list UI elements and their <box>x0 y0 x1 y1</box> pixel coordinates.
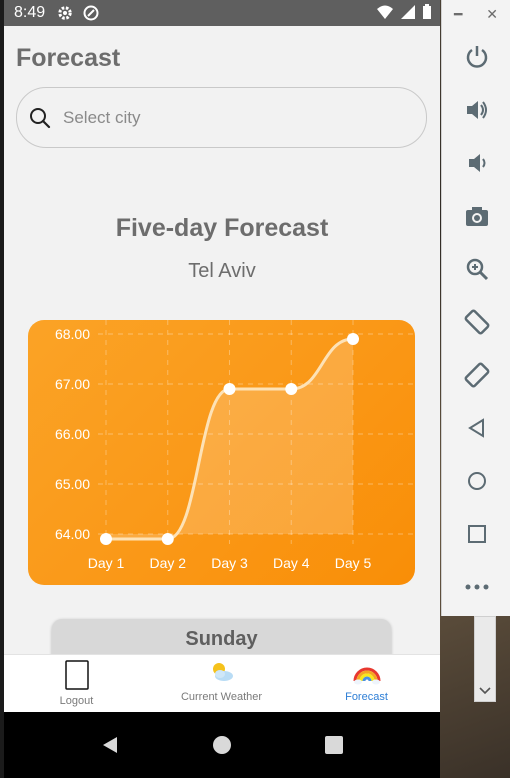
minimize-icon[interactable]: ━ <box>454 6 462 30</box>
y-tick-label: 65.00 <box>55 476 90 492</box>
forecast-city: Tel Aviv <box>188 260 256 282</box>
emulator-scrollbar[interactable] <box>474 616 496 702</box>
forecast-line-chart: 64.00 65.00 66.00 67.00 68.00 Day 1 Day 2 Day 3… <box>55 320 415 571</box>
system-nav-bar <box>4 712 440 778</box>
nav-item-logout[interactable]: Logout <box>4 655 149 712</box>
y-tick-label: 66.00 <box>55 426 90 442</box>
volume-down-button[interactable] <box>442 136 510 189</box>
forecast-chart: 64.00 65.00 66.00 67.00 68.00 Day 1 Day 2 Day 3… <box>28 320 415 585</box>
bottom-navigation: Logout Current Weather Forecast <box>4 654 440 712</box>
rotate-right-button[interactable] <box>442 348 510 401</box>
y-tick-label: 64.00 <box>55 526 90 542</box>
series-area <box>106 339 353 539</box>
nav-label-current-weather: Current Weather <box>180 691 263 703</box>
logout-phone-icon <box>64 660 89 690</box>
data-point <box>347 333 359 345</box>
y-tick-label: 68.00 <box>55 326 90 342</box>
data-point <box>100 533 112 545</box>
rotate-left-icon <box>464 309 489 334</box>
status-time: 8:49 <box>14 4 46 21</box>
camera-icon <box>465 206 488 226</box>
home-nav-icon[interactable] <box>212 735 232 755</box>
volume-down-icon <box>468 153 485 172</box>
power-icon <box>466 45 487 68</box>
overview-button[interactable] <box>442 507 510 560</box>
city-search-input[interactable] <box>63 107 383 128</box>
more-icon <box>465 584 488 589</box>
x-tick-label: Day 1 <box>88 555 125 571</box>
battery-icon <box>423 4 431 19</box>
settings-gear-icon <box>58 6 72 20</box>
x-tick-label: Day 2 <box>149 555 186 571</box>
nav-label-forecast: Forecast <box>345 691 388 703</box>
x-tick-label: Day 4 <box>273 555 310 571</box>
nav-label-logout: Logout <box>59 695 94 707</box>
zoom-icon <box>466 258 488 280</box>
back-nav-icon[interactable] <box>100 735 120 755</box>
power-button[interactable] <box>442 30 510 83</box>
signal-icon <box>401 5 415 19</box>
status-bar: 8:49 <box>4 0 440 26</box>
home-button[interactable] <box>442 454 510 507</box>
x-tick-label: Day 3 <box>211 555 248 571</box>
forecast-title: Five-day Forecast <box>115 214 329 242</box>
wifi-icon <box>377 5 393 19</box>
emulator-phone: 8:49 Forecast Five-day Forecast Tel Aviv… <box>4 0 440 778</box>
day-card-label: Sunday <box>185 628 258 650</box>
x-tick-label: Day 5 <box>335 555 372 571</box>
city-search-bar[interactable] <box>16 87 427 148</box>
search-icon <box>30 107 51 128</box>
chevron-down-icon <box>479 687 491 695</box>
recents-nav-icon[interactable] <box>324 735 344 755</box>
sun-behind-cloud-icon <box>212 663 233 681</box>
data-point <box>223 383 236 395</box>
back-button[interactable] <box>442 401 510 454</box>
page-title: Forecast <box>16 44 121 72</box>
home-icon <box>467 471 486 490</box>
y-tick-label: 67.00 <box>55 376 90 392</box>
nav-item-current-weather[interactable]: Current Weather <box>149 655 294 712</box>
rotate-right-icon <box>464 362 489 387</box>
screenshot-button[interactable] <box>442 189 510 242</box>
overview-icon <box>467 524 486 543</box>
zoom-button[interactable] <box>442 242 510 295</box>
rotate-left-button[interactable] <box>442 295 510 348</box>
close-icon[interactable]: ✕ <box>486 6 498 30</box>
app-screen: Forecast Five-day Forecast Tel Aviv 64.0… <box>4 26 440 712</box>
emulator-toolbar: ━ ✕ <box>441 0 510 616</box>
more-button[interactable] <box>442 560 510 613</box>
data-point <box>285 383 298 395</box>
data-saver-icon <box>83 5 99 21</box>
rainbow-icon <box>353 667 380 685</box>
volume-up-icon <box>466 100 487 119</box>
volume-up-button[interactable] <box>442 83 510 136</box>
nav-item-forecast[interactable]: Forecast <box>294 655 439 712</box>
back-icon <box>467 417 484 438</box>
data-point <box>161 533 174 545</box>
